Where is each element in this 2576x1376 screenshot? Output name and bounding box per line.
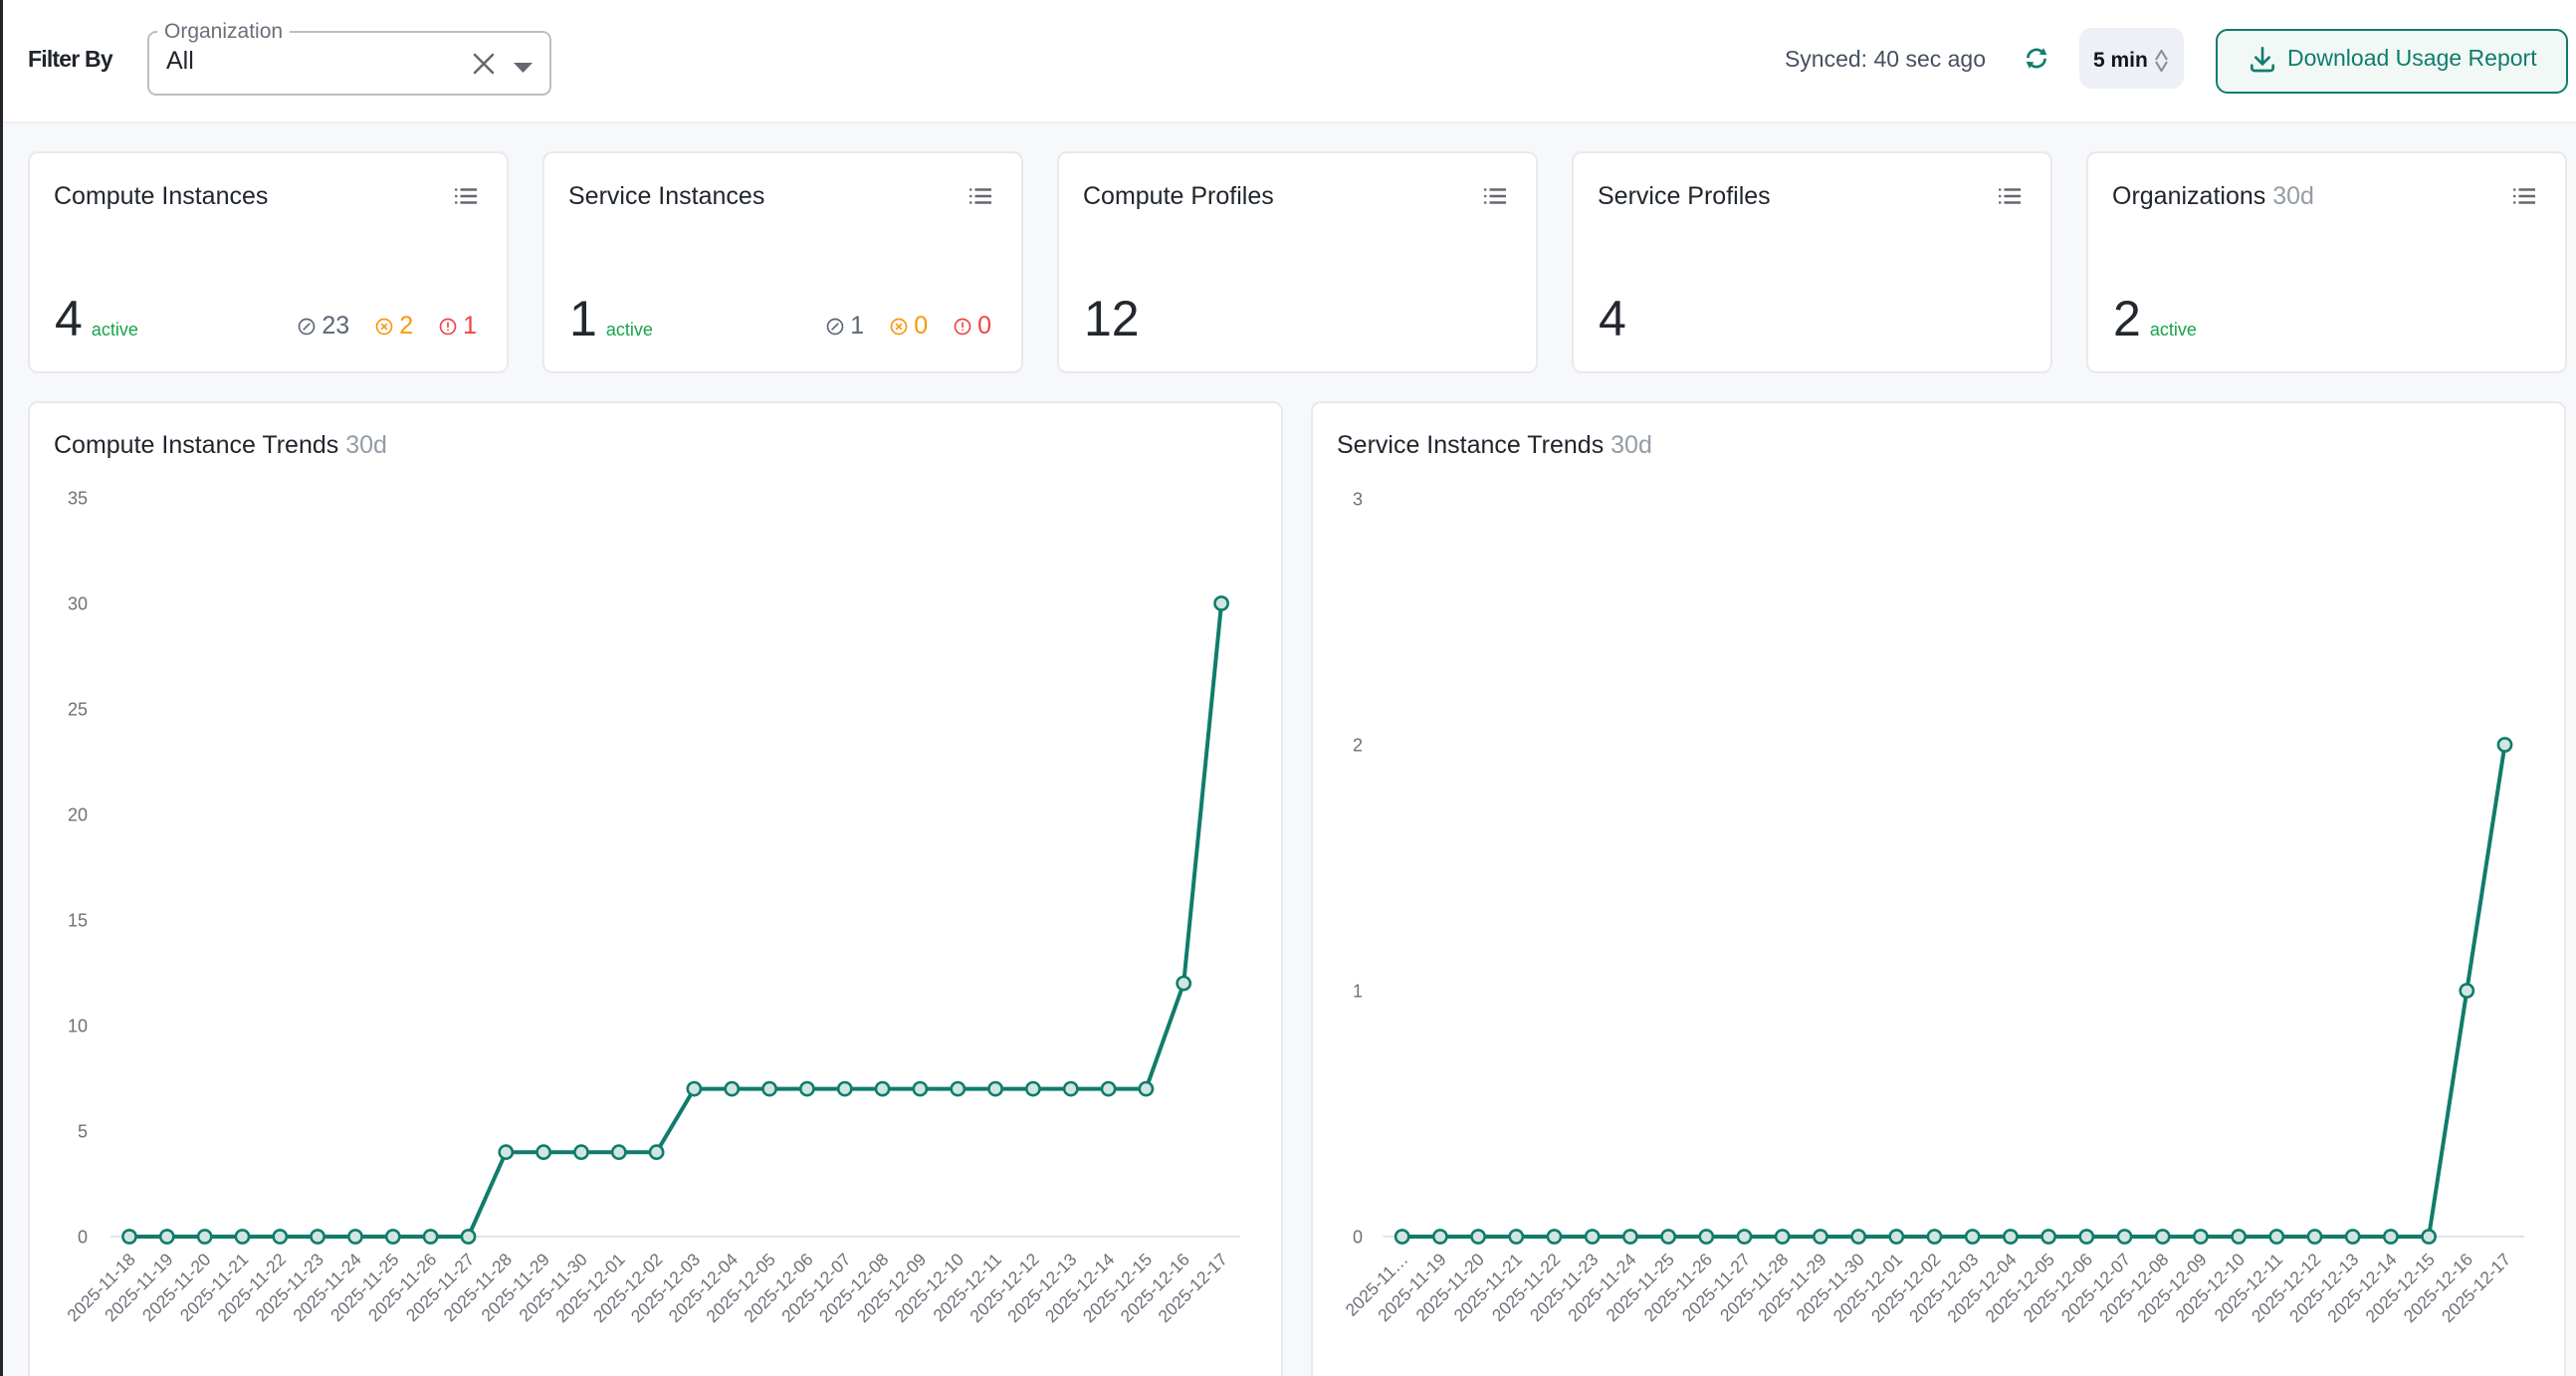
svg-text:15: 15 [68, 911, 88, 931]
svg-text:10: 10 [68, 1017, 88, 1036]
svg-text:1: 1 [1353, 982, 1363, 1002]
svg-text:0: 0 [1353, 1228, 1363, 1248]
svg-text:2: 2 [1353, 736, 1363, 756]
svg-text:20: 20 [68, 805, 88, 825]
svg-text:25: 25 [68, 700, 88, 720]
svg-text:30: 30 [68, 594, 88, 614]
svg-text:35: 35 [68, 489, 88, 509]
svg-text:5: 5 [78, 1122, 88, 1142]
svg-text:3: 3 [1353, 490, 1363, 510]
svg-text:0: 0 [78, 1228, 88, 1248]
